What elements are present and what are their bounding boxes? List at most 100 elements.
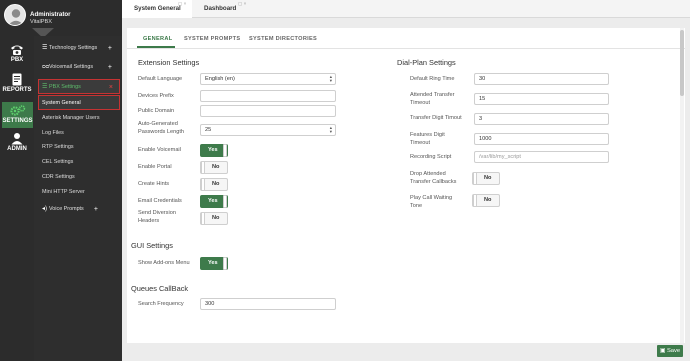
settings-gears-icon [9,105,25,116]
password-length-select[interactable]: 25 ▴ ▾ [200,124,336,136]
enable-portal-toggle[interactable]: No [200,161,228,174]
scrollbar-thumb[interactable] [680,30,684,96]
speaker-icon: ◂) [42,206,48,212]
default-ring-time-input[interactable]: 30 [474,73,609,85]
queues-callback-title: Queues CallBack [131,284,189,293]
user-avatar-icon [8,9,24,25]
transfer-digit-timeout-input[interactable]: 3 [474,113,609,125]
attended-transfer-timeout-input[interactable]: 15 [474,93,609,105]
tab-popout-close-icon[interactable]: ▢ × [238,1,246,6]
toggle-knob [201,178,205,191]
drop-attended-transfer-toggle[interactable]: No [472,172,500,185]
toggle-knob [473,172,477,185]
recording-script-input[interactable]: /var/lib/my_script [474,151,609,163]
transfer-digit-timeout-label: Transfer Digit Timout [410,115,462,121]
avatar[interactable] [4,4,26,26]
public-domain-input[interactable] [200,105,336,117]
rail-label-reports: REPORTS [2,87,32,93]
create-hints-label: Create Hints [138,181,170,187]
divider [127,48,685,49]
select-arrows-icon: ▴ ▾ [329,125,332,134]
rail-item-reports[interactable]: REPORTS [0,73,34,93]
drop-attended-transfer-label: Drop Attended Transfer Callbacks [410,171,457,185]
subtab-system-directories[interactable]: SYSTEM DIRECTORIES [249,36,317,42]
attended-transfer-timeout-label: Attended Transfer Timeout [410,92,455,106]
email-credentials-toggle[interactable]: Yes [200,195,228,208]
save-button[interactable]: ▣ Save [657,345,683,357]
rail-item-settings[interactable]: SETTINGS [2,102,33,128]
send-diversion-label: Send Diversion Headers [138,210,176,224]
create-hints-toggle[interactable]: No [200,178,228,191]
email-credentials-label: Email Credentials [138,198,182,204]
toggle-knob [201,161,205,174]
features-digit-timeout-label: Features Digit Timeout [410,132,445,146]
profile-name: Administrator [30,11,71,18]
toggle-knob [223,257,227,270]
features-digit-timeout-input[interactable]: 1000 [474,133,609,145]
extension-settings-title: Extension Settings [138,58,200,67]
devices-prefix-label: Devices Prefix [138,93,174,99]
settings-submenu: ☰ Technology Settings + ᴑᴑVoicemail Setti… [34,36,122,361]
recording-script-label: Recording Script [410,154,452,160]
rail-item-admin[interactable]: ADMIN [0,132,34,152]
nav-voicemail-settings[interactable]: ᴑᴑVoicemail Settings + [34,60,122,75]
nav-system-general[interactable]: System General [38,95,120,110]
panel-scrollbar[interactable] [680,28,684,343]
nav-pbx-settings[interactable]: ☰ PBX Settings × [38,79,120,94]
collapse-close-icon: × [108,84,113,91]
toggle-knob [201,212,205,225]
play-call-waiting-label: Play Call Waiting Tone [410,195,453,209]
voicemail-icon: ᴑᴑ [42,64,50,70]
play-call-waiting-toggle[interactable]: No [472,194,500,207]
toggle-knob [473,194,477,207]
nav-mini-http-server[interactable]: Mini HTTP Server [34,185,122,200]
enable-portal-label: Enable Portal [138,164,172,170]
nav-technology-settings[interactable]: ☰ Technology Settings + [34,41,122,56]
dialplan-settings-title: Dial-Plan Settings [397,58,456,67]
expand-plus-icon: + [107,64,112,71]
search-frequency-input[interactable]: 300 [200,298,336,310]
default-ring-time-label: Default Ring Time [410,76,455,82]
rail-label-pbx: PBX [10,57,24,63]
show-addons-label: Show Add-ons Menu [138,260,190,266]
reports-icon [12,73,22,86]
nav-rtp-settings[interactable]: RTP Settings [34,140,122,155]
profile-header: Administrator VitalPBX [0,0,122,38]
save-disk-icon: ▣ [659,348,667,354]
enable-voicemail-label: Enable Voicemail [138,147,181,153]
expand-plus-icon: + [93,206,98,213]
nav-voice-prompts[interactable]: ◂) Voice Prompts + [34,202,122,217]
enable-voicemail-toggle[interactable]: Yes [200,144,228,157]
expand-plus-icon: + [107,45,112,52]
send-diversion-toggle[interactable]: No [200,212,228,225]
tab-popout-close-icon[interactable]: ▢ × [178,1,186,6]
nav-cel-settings[interactable]: CEL Settings [34,155,122,170]
toggle-knob [223,144,227,157]
search-frequency-label: Search Frequency [138,301,184,307]
select-arrows-icon: ▴ ▾ [329,74,332,83]
tab-system-general[interactable]: System General ▢ × [122,0,192,18]
sliders-icon: ☰ [42,45,48,51]
admin-user-icon [11,133,23,145]
top-tabs-bar: System General ▢ × Dashboard ▢ × [122,0,690,18]
devices-prefix-input[interactable] [200,90,336,102]
public-domain-label: Public Domain [138,108,175,114]
nav-log-files[interactable]: Log Files [34,126,122,141]
gui-settings-title: GUI Settings [131,241,173,250]
tab-dashboard[interactable]: Dashboard ▢ × [192,0,252,18]
profile-subtitle: VitalPBX [30,19,52,25]
subtab-general[interactable]: GENERAL [143,36,172,42]
phone-icon [11,45,23,55]
rail-item-pbx[interactable]: PBX [0,44,34,63]
default-language-label: Default Language [138,76,183,82]
show-addons-toggle[interactable]: Yes [200,257,228,270]
nav-cdr-settings[interactable]: CDR Settings [34,170,122,185]
settings-panel: GENERAL SYSTEM PROMPTS SYSTEM DIRECTORIE… [127,28,685,343]
toggle-knob [223,195,227,208]
default-language-select[interactable]: English (en) ▴ ▾ [200,73,336,85]
rail-label-settings: SETTINGS [2,118,33,124]
subtab-system-prompts[interactable]: SYSTEM PROMPTS [184,36,240,42]
nav-asterisk-manager-users[interactable]: Asterisk Manager Users [34,111,122,126]
list-icon: ☰ [42,84,48,90]
rail-label-admin: ADMIN [7,146,27,152]
